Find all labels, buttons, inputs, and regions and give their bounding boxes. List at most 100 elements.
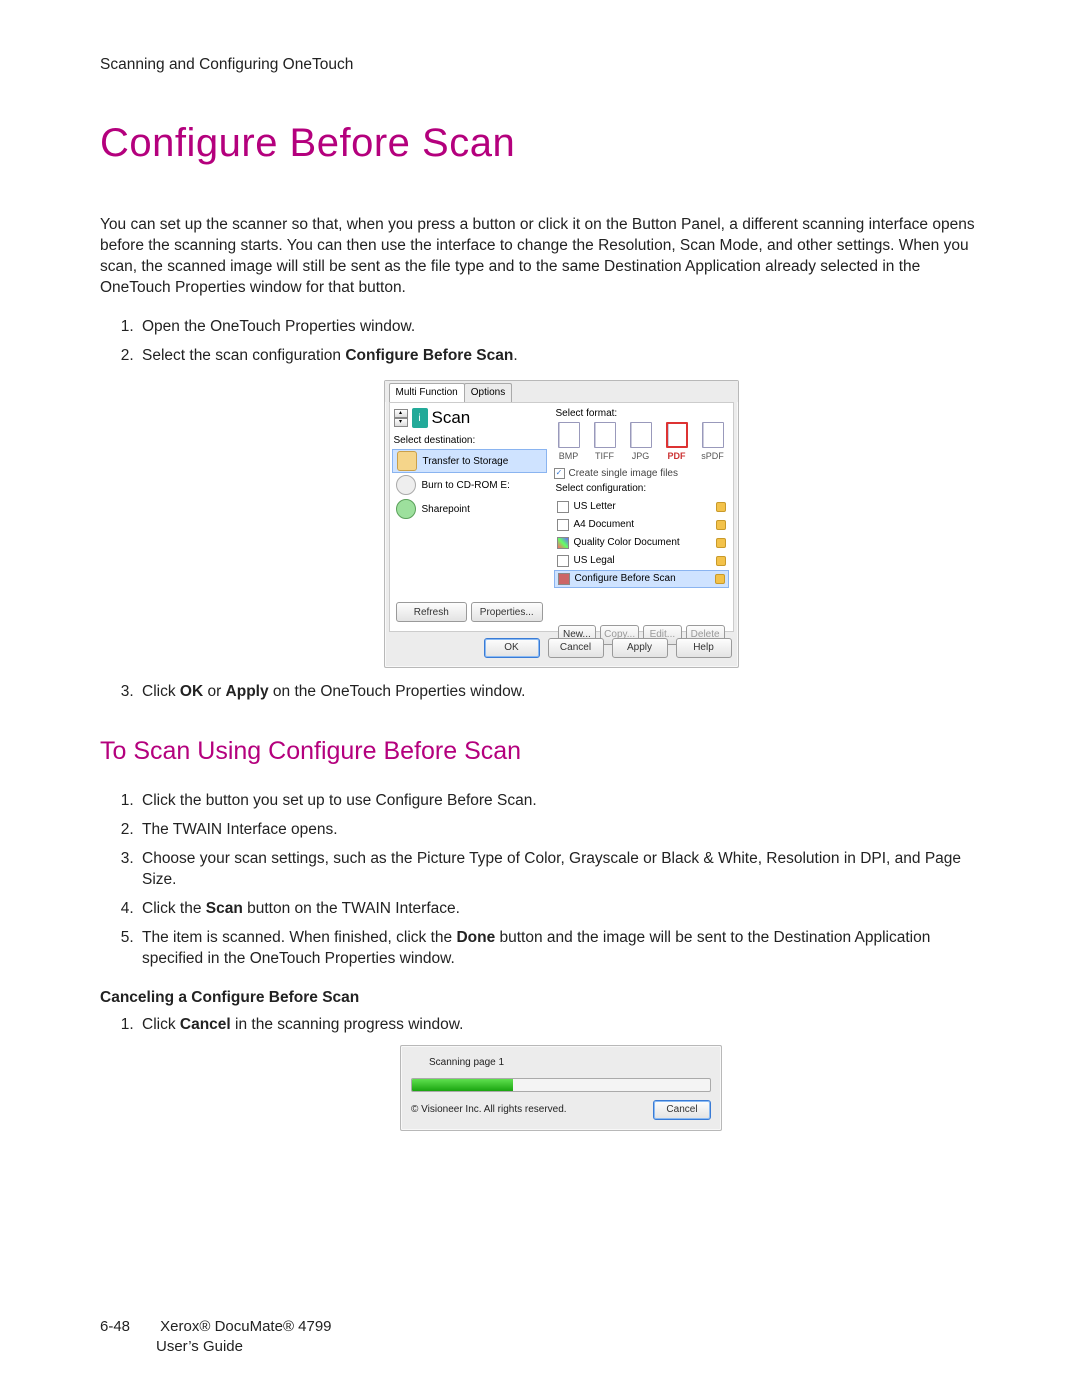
step-1-3: Click OK or Apply on the OneTouch Proper… <box>138 682 980 703</box>
scanning-progress-dialog: Scanning page 1 © Visioneer Inc. All rig… <box>400 1045 722 1131</box>
destination-transfer-to-storage[interactable]: Transfer to Storage <box>392 449 547 473</box>
step-2-3: Choose your scan settings, such as the P… <box>138 849 980 891</box>
step-1-1: Open the OneTouch Properties window. <box>138 317 980 338</box>
destination-sharepoint[interactable]: Sharepoint <box>392 497 547 521</box>
intro-paragraph: You can set up the scanner so that, when… <box>100 215 980 299</box>
format-jpg[interactable]: JPG <box>626 422 656 462</box>
footer-line1: Xerox® DocuMate® 4799 <box>160 1318 331 1335</box>
select-format-label: Select format: <box>556 407 729 421</box>
checkbox-icon: ✓ <box>554 468 565 479</box>
file-icon <box>594 422 616 448</box>
bold-span: OK <box>180 683 203 700</box>
text-span: or <box>203 683 225 700</box>
destination-label: Sharepoint <box>422 503 470 517</box>
format-label: sPDF <box>701 450 724 462</box>
bold-span: Configure Before Scan <box>345 347 513 364</box>
section-header: Scanning and Configuring OneTouch <box>100 55 980 76</box>
bold-span: Scan <box>206 900 243 917</box>
page-footer: 6-48 Xerox® DocuMate® 4799 User’s Guide <box>100 1317 332 1358</box>
config-label: US Legal <box>574 554 615 568</box>
destination-burn-to-cd[interactable]: Burn to CD-ROM E: <box>392 473 547 497</box>
progress-fill <box>412 1079 513 1091</box>
scan-label: Scan <box>432 407 471 430</box>
cancel-steps: Click Cancel in the scanning progress wi… <box>100 1015 980 1132</box>
configuration-list: US Letter A4 Document Quality Color Docu… <box>554 498 729 588</box>
config-configure-before-scan[interactable]: Configure Before Scan <box>554 570 729 588</box>
destination-list: Transfer to Storage Burn to CD-ROM E: Sh… <box>392 449 547 521</box>
step-2-5: The item is scanned. When finished, clic… <box>138 928 980 970</box>
text-span: Click the <box>142 900 206 917</box>
progress-status: Scanning page 1 <box>411 1056 711 1070</box>
properties-button[interactable]: Properties... <box>471 602 543 622</box>
refresh-button[interactable]: Refresh <box>396 602 468 622</box>
lock-icon <box>716 520 726 530</box>
page-icon <box>557 519 569 531</box>
chevron-up-icon: ▴ <box>394 409 408 418</box>
create-single-image-checkbox[interactable]: ✓ Create single image files <box>554 467 729 481</box>
file-icon <box>558 422 580 448</box>
text-span: on the OneTouch Properties window. <box>269 683 526 700</box>
help-button[interactable]: Help <box>676 638 732 658</box>
format-label: PDF <box>668 450 686 462</box>
right-column: Select format: BMP TIFF JPG PDF sPDF ✓ C… <box>550 403 733 631</box>
config-quality-color[interactable]: Quality Color Document <box>554 534 729 552</box>
apply-button[interactable]: Apply <box>612 638 668 658</box>
app-icon <box>558 573 570 585</box>
folder-icon <box>397 451 417 471</box>
text-span: in the scanning progress window. <box>231 1016 464 1033</box>
sharepoint-icon <box>396 499 416 519</box>
format-spdf[interactable]: sPDF <box>698 422 728 462</box>
step-1-2: Select the scan configuration Configure … <box>138 346 980 669</box>
lock-icon <box>716 502 726 512</box>
subheading: To Scan Using Configure Before Scan <box>100 735 980 769</box>
select-configuration-label: Select configuration: <box>556 482 729 496</box>
left-column: ▴▾ i Scan Select destination: Transfer t… <box>390 403 550 631</box>
step-2-1: Click the button you set up to use Confi… <box>138 791 980 812</box>
cancel-button[interactable]: Cancel <box>548 638 604 658</box>
format-bmp[interactable]: BMP <box>554 422 584 462</box>
select-destination-label: Select destination: <box>394 434 547 448</box>
file-icon <box>666 422 688 448</box>
destination-label: Burn to CD-ROM E: <box>422 479 510 493</box>
cancel-step-1: Click Cancel in the scanning progress wi… <box>138 1015 980 1132</box>
lock-icon <box>716 556 726 566</box>
text-span: Select the scan configuration <box>142 347 345 364</box>
scan-spinner[interactable]: ▴▾ <box>394 409 408 427</box>
lock-icon <box>715 574 725 584</box>
config-us-legal[interactable]: US Legal <box>554 552 729 570</box>
tab-strip: Multi Function Options <box>385 381 738 402</box>
step-2-2: The TWAIN Interface opens. <box>138 820 980 841</box>
canceling-heading: Canceling a Configure Before Scan <box>100 989 359 1006</box>
format-tiff[interactable]: TIFF <box>590 422 620 462</box>
disc-icon <box>396 475 416 495</box>
bold-span: Cancel <box>180 1016 231 1033</box>
tab-options[interactable]: Options <box>464 383 512 402</box>
steps-list-2: Click the button you set up to use Confi… <box>100 791 980 969</box>
config-label: US Letter <box>574 500 616 514</box>
page-icon <box>557 555 569 567</box>
checkbox-label: Create single image files <box>569 467 679 481</box>
progress-bar <box>411 1078 711 1092</box>
onetouch-properties-dialog: Multi Function Options ▴▾ i Scan Select … <box>384 380 739 668</box>
config-a4[interactable]: A4 Document <box>554 516 729 534</box>
tab-multi-function[interactable]: Multi Function <box>389 383 465 402</box>
format-pdf[interactable]: PDF <box>662 422 692 462</box>
format-label: JPG <box>632 450 650 462</box>
config-label: Quality Color Document <box>574 536 680 550</box>
ok-button[interactable]: OK <box>484 638 540 658</box>
dialog-panel: ▴▾ i Scan Select destination: Transfer t… <box>389 402 734 632</box>
page-title: Configure Before Scan <box>100 116 980 170</box>
left-button-row: Refresh Properties... <box>392 599 547 625</box>
scan-header: ▴▾ i Scan <box>392 405 547 432</box>
format-label: BMP <box>559 450 579 462</box>
color-icon <box>557 537 569 549</box>
config-us-letter[interactable]: US Letter <box>554 498 729 516</box>
text-span: button on the TWAIN Interface. <box>243 900 460 917</box>
page-number: 6-48 <box>100 1317 156 1337</box>
cancel-button[interactable]: Cancel <box>653 1100 711 1120</box>
config-label: Configure Before Scan <box>575 572 676 586</box>
bold-span: Done <box>456 929 495 946</box>
text-span: The item is scanned. When finished, clic… <box>142 929 456 946</box>
text-span: Click <box>142 1016 180 1033</box>
file-icon <box>702 422 724 448</box>
